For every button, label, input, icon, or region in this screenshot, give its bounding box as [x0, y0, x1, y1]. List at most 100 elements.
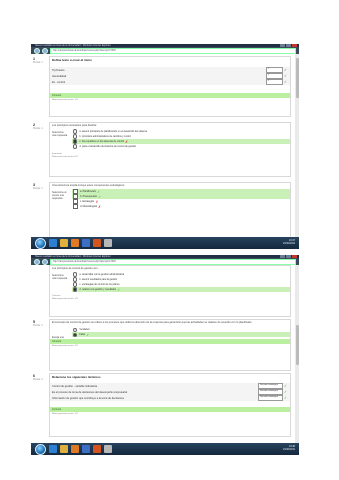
page-content: 1 Puntos: 1 Defina texto a crear al inic… [31, 54, 299, 239]
answer-prompt: Seleccione una respuesta [52, 131, 68, 137]
question-number: 2 [33, 123, 35, 127]
question-title: Relacione los siguientes términos [52, 375, 101, 379]
option-label: b. asumir resultados para la gestión [79, 278, 118, 281]
address-row: http://campusvirtual.edu/mod/quiz/review… [34, 47, 296, 54]
folder-icon[interactable] [60, 239, 68, 247]
match-select[interactable]: 2 [266, 73, 283, 79]
option-label: d. para el desarrollo del sistema de con… [79, 145, 137, 148]
forward-button[interactable] [42, 258, 48, 265]
radio-button[interactable] [73, 332, 78, 337]
browser-chrome: Nuevo resultado en linea de la Universid… [31, 255, 299, 265]
match-select[interactable]: 3 [266, 79, 283, 85]
match-select[interactable]: 1 [266, 67, 283, 73]
question-box: El concepto de control de gestión se ref… [49, 319, 291, 371]
option-selected[interactable]: d. relativo a la gestión y resultados ✓ [72, 287, 290, 292]
app-icon[interactable] [104, 239, 112, 247]
correct-icon: ✓ [283, 384, 287, 388]
radio-button[interactable] [73, 282, 78, 287]
system-tray: 16:48 23/10/2012 [283, 445, 295, 451]
option-selected[interactable]: Falso ✓ [72, 332, 290, 338]
question-points: Puntos: 1 [33, 325, 43, 327]
app-icon[interactable] [104, 445, 112, 453]
match-label: Información de gestión que contribuye a … [52, 396, 124, 400]
incorrect-icon: ✗ [98, 204, 102, 209]
ie-icon[interactable] [49, 445, 57, 453]
question-text: Los principios de control de gestión son… [52, 267, 99, 270]
question-title: Defina texto a crear al inicio [52, 58, 92, 62]
media-player-icon[interactable] [71, 239, 79, 247]
address-bar[interactable]: http://campusvirtual.edu/mod/quiz/review… [50, 47, 296, 54]
question-text: Los principios necesarios para diseñar: [52, 124, 97, 127]
question-points: Puntos: 1 [33, 62, 43, 64]
question-1: 1 Puntos: 1 Defina texto a crear al inic… [31, 56, 299, 117]
correct-icon: ✓ [97, 189, 101, 194]
taskbar: 16:48 23/10/2012 [31, 443, 299, 455]
score-text: Notas para este envío: 1/1 [52, 98, 78, 101]
start-button[interactable] [35, 443, 46, 455]
incorrect-icon: ✗ [95, 199, 99, 204]
question-box: Defina texto a crear al inicio Tip-Puest… [49, 56, 291, 117]
question-points: Puntos: 1 [33, 379, 43, 381]
question-box: Relacione los siguientes términos Contro… [49, 373, 291, 437]
match-row: Ex - control 3 ✓ [50, 79, 290, 85]
option-label: c. estrategias de control de los planes [79, 283, 120, 286]
option[interactable]: d. Metodologías ✗ [72, 204, 290, 209]
score-text: Notas para este envío: 0/1 [52, 155, 78, 158]
score-text: Notas para este envío: 1/1 [52, 297, 78, 300]
clock-date: 23/10/2012 [283, 242, 295, 246]
option-label: c. los requisitos en los sistemas de con… [79, 140, 125, 143]
correct-icon: ✓ [283, 390, 287, 394]
option-label: b. principios administrativos de cambios… [79, 135, 132, 138]
back-button[interactable] [34, 258, 40, 265]
answer-prompt: Seleccione al menos una respuesta [52, 191, 67, 200]
match-select[interactable]: Decisión estratégica [258, 383, 283, 389]
option-label: b. Presupuestos [80, 195, 98, 198]
option-label: c. Estrategias [80, 200, 95, 203]
taskbar: 16:47 23/10/2012 [31, 237, 299, 249]
radio-button[interactable] [73, 272, 78, 277]
options-list: a. asumir principios de planificación en… [72, 129, 290, 149]
question-number: 1 [33, 57, 35, 61]
page-content: Los principios de control de gestión son… [31, 265, 299, 443]
question-box: Una estructura amplia incluye estos comp… [49, 182, 291, 239]
checkbox[interactable] [73, 204, 78, 209]
match-select[interactable]: Decisión estratégica [258, 395, 283, 401]
radio-button[interactable] [73, 134, 78, 139]
address-bar[interactable]: http://campusvirtual.edu/mod/quiz/review… [50, 258, 296, 265]
answer-prompt: Escoja una [52, 336, 64, 339]
folder-icon[interactable] [60, 445, 68, 453]
radio-button[interactable] [73, 144, 78, 149]
correct-icon: ✓ [117, 287, 121, 292]
radio-button[interactable] [73, 139, 78, 144]
word-icon[interactable] [82, 239, 90, 247]
radio-button[interactable] [73, 129, 78, 134]
firefox-icon[interactable] [93, 239, 101, 247]
question-points: Puntos: 1 [33, 128, 43, 130]
question-number: 6 [33, 374, 35, 378]
correct-icon: ✓ [98, 194, 102, 199]
score-text: Notas para este envío: 1/1 [52, 344, 78, 347]
correct-icon: ✓ [283, 68, 287, 72]
start-button[interactable] [35, 237, 46, 249]
match-label: Generalidad [52, 74, 67, 78]
match-label: Ex - control [52, 80, 66, 84]
radio-button[interactable] [73, 287, 78, 292]
match-row: Información de gestión que contribuye a … [50, 395, 290, 401]
browser-chrome: Nuevo resultado en linea de la Universid… [31, 44, 299, 54]
option[interactable]: d. para el desarrollo del sistema de con… [72, 144, 290, 149]
back-button[interactable] [34, 47, 40, 54]
word-icon[interactable] [82, 445, 90, 453]
forward-button[interactable] [42, 47, 48, 54]
question-points: Puntos: 1 [33, 188, 43, 190]
firefox-icon[interactable] [93, 445, 101, 453]
screenshot-bottom: Nuevo resultado en linea de la Universid… [31, 255, 299, 455]
ie-icon[interactable] [49, 239, 57, 247]
screenshot-top: Nuevo resultado en linea de la Universid… [31, 44, 299, 249]
match-select[interactable]: Decisión estratégica [258, 389, 283, 395]
option-label: d. Metodologías [80, 205, 98, 208]
radio-button[interactable] [73, 277, 78, 282]
media-player-icon[interactable] [71, 445, 79, 453]
option-label: Verdadero [79, 328, 91, 332]
options-list: a. desarrollar con la gestión administra… [72, 272, 290, 292]
option-label: d. relativo a la gestión y resultados [79, 288, 117, 291]
